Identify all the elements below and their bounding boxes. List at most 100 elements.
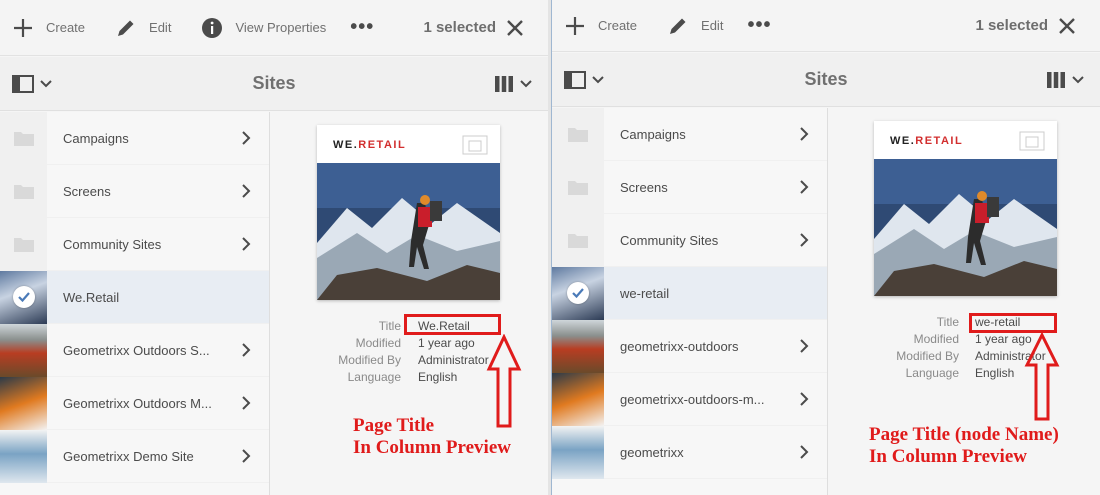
- view-switcher-button[interactable]: [494, 75, 532, 93]
- prop-key: Modified: [913, 332, 959, 346]
- list-item-selected[interactable]: we-retail: [552, 266, 827, 320]
- list-item[interactable]: Community Sites: [552, 213, 827, 267]
- annotation-text: Page Title (node Name) In Column Preview: [869, 424, 1059, 467]
- chevron-right-icon[interactable]: [800, 392, 809, 406]
- folder-thumbnail: [552, 107, 604, 161]
- list-item-label: We.Retail: [63, 289, 120, 305]
- column-preview: WE.RETAIL Title Modified Modified By Lan…: [829, 108, 1100, 495]
- more-actions-icon[interactable]: •••: [747, 14, 771, 37]
- list-item-label: Screens: [620, 179, 668, 195]
- folder-thumbnail: [0, 164, 47, 218]
- site-icon: [462, 135, 488, 155]
- list-item-label: Campaigns: [63, 130, 129, 146]
- site-thumbnail: [552, 425, 604, 479]
- prop-value: English: [418, 370, 458, 384]
- folder-thumbnail: [552, 160, 604, 214]
- chevron-right-icon[interactable]: [242, 131, 251, 145]
- view-properties-button[interactable]: View Properties: [201, 17, 326, 39]
- prop-value: English: [975, 366, 1015, 380]
- chevron-right-icon[interactable]: [242, 449, 251, 463]
- close-icon[interactable]: [506, 19, 524, 37]
- selection-status: 1 selected: [423, 19, 524, 37]
- chevron-right-icon[interactable]: [800, 339, 809, 353]
- site-thumbnail: [552, 372, 604, 426]
- edit-button[interactable]: Edit: [667, 15, 723, 37]
- list-item[interactable]: Screens: [0, 164, 269, 218]
- create-button[interactable]: Create: [564, 15, 637, 37]
- prop-value: 1 year ago: [418, 336, 475, 350]
- edit-button[interactable]: Edit: [115, 17, 171, 39]
- folder-icon: [13, 238, 34, 252]
- chevron-down-icon: [592, 75, 604, 83]
- list-item-label: geometrixx-outdoors-m...: [620, 391, 765, 407]
- chevron-right-icon[interactable]: [800, 180, 809, 194]
- chevron-right-icon[interactable]: [242, 396, 251, 410]
- plus-icon: [566, 16, 584, 35]
- preview-photo: [317, 163, 500, 300]
- rail-toggle-button[interactable]: [564, 70, 604, 89]
- list-item[interactable]: Geometrixx Demo Site: [0, 429, 269, 483]
- folder-icon: [568, 234, 588, 248]
- view-properties-label: View Properties: [235, 20, 327, 35]
- pencil-icon: [670, 18, 686, 34]
- sites-column: Campaigns Screens Community Sites we-ret…: [552, 107, 828, 495]
- title-bar: Sites: [552, 53, 1100, 107]
- column-view-icon: [495, 75, 513, 92]
- folder-icon: [13, 132, 34, 146]
- list-item[interactable]: Campaigns: [552, 107, 827, 161]
- site-thumbnail: [0, 376, 47, 430]
- folder-icon: [568, 181, 588, 195]
- sites-column: Campaigns Screens Community Sites We.Ret…: [0, 111, 270, 495]
- properties-labels: Title Modified Modified By Language: [829, 314, 959, 384]
- list-item[interactable]: Campaigns: [0, 111, 269, 165]
- prop-key: Modified By: [896, 349, 959, 363]
- chevron-right-icon[interactable]: [800, 233, 809, 247]
- list-item-label: Geometrixx Demo Site: [63, 448, 194, 464]
- list-item[interactable]: geometrixx: [552, 425, 827, 479]
- list-item-label: Geometrixx Outdoors M...: [63, 395, 212, 411]
- chevron-down-icon: [1072, 75, 1084, 83]
- more-actions-icon[interactable]: •••: [350, 16, 374, 39]
- rail-toggle-button[interactable]: [12, 74, 52, 93]
- left-screenshot-panel: Create Edit View Properties ••• 1 select…: [0, 0, 548, 495]
- create-button[interactable]: Create: [12, 17, 85, 39]
- chevron-right-icon[interactable]: [800, 445, 809, 459]
- folder-icon: [13, 185, 34, 199]
- chevron-right-icon[interactable]: [800, 127, 809, 141]
- list-item[interactable]: geometrixx-outdoors-m...: [552, 372, 827, 426]
- folder-thumbnail: [552, 213, 604, 267]
- preview-photo: [874, 159, 1057, 296]
- list-item[interactable]: geometrixx-outdoors: [552, 319, 827, 373]
- preview-card: WE.RETAIL: [317, 125, 500, 300]
- list-item[interactable]: Screens: [552, 160, 827, 214]
- view-switcher-button[interactable]: [1046, 71, 1084, 89]
- list-item-label: Screens: [63, 183, 111, 199]
- checkmark-icon[interactable]: [12, 286, 35, 308]
- title-bar: Sites: [0, 57, 548, 111]
- site-thumbnail: [0, 429, 47, 483]
- chevron-right-icon[interactable]: [242, 237, 251, 251]
- site-thumbnail: [552, 266, 604, 320]
- list-item-label: Geometrixx Outdoors S...: [63, 342, 210, 358]
- list-item-selected[interactable]: We.Retail: [0, 270, 269, 324]
- list-item[interactable]: Community Sites: [0, 217, 269, 271]
- prop-key: Modified: [355, 336, 401, 350]
- highlight-box: [404, 314, 501, 335]
- checkmark-icon[interactable]: [567, 282, 589, 304]
- close-icon[interactable]: [1058, 17, 1076, 35]
- annotation-text: Page Title In Column Preview: [353, 415, 511, 458]
- prop-value: Administrator: [418, 353, 489, 367]
- list-item[interactable]: Geometrixx Outdoors S...: [0, 323, 269, 377]
- prop-key: Title: [378, 319, 401, 333]
- chevron-right-icon[interactable]: [242, 184, 251, 198]
- site-icon: [1019, 131, 1045, 151]
- up-arrow-icon: [1024, 332, 1060, 421]
- selection-status: 1 selected: [975, 17, 1076, 35]
- list-item[interactable]: Geometrixx Outdoors M...: [0, 376, 269, 430]
- list-item-label: Campaigns: [620, 126, 686, 142]
- list-item-label: we-retail: [620, 285, 670, 301]
- folder-thumbnail: [0, 111, 47, 165]
- chevron-right-icon[interactable]: [242, 343, 251, 357]
- list-item-label: Community Sites: [63, 236, 162, 252]
- highlight-box: [969, 313, 1057, 333]
